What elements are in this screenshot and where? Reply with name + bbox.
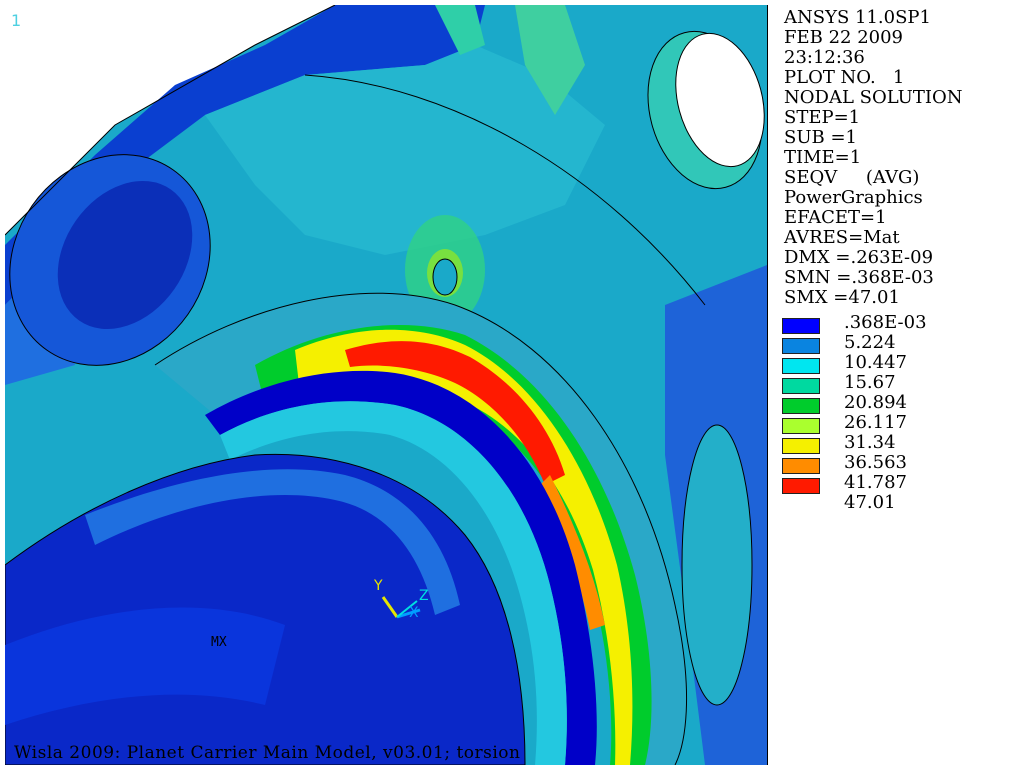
model-title: Wisla 2009: Planet Carrier Main Model, v… xyxy=(14,743,521,763)
info-line: EFACET=1 xyxy=(784,207,887,228)
legend-label: 20.894 xyxy=(844,392,907,413)
right-slot xyxy=(681,424,753,706)
info-line: 23:12:36 xyxy=(784,47,865,68)
window-number: 1 xyxy=(11,11,22,30)
contour-plot xyxy=(5,5,767,765)
info-line: SMX =47.01 xyxy=(784,287,900,308)
info-line: PowerGraphics xyxy=(784,187,923,208)
info-line: ANSYS 11.0SP1 xyxy=(784,7,931,28)
legend-swatch xyxy=(782,398,820,414)
plot-info-panel: ANSYS 11.0SP1 FEB 22 2009 23:12:36 PLOT … xyxy=(784,8,1020,308)
triad-z-label: Z xyxy=(419,588,429,604)
legend-label: 36.563 xyxy=(844,452,907,473)
legend-swatch xyxy=(782,458,820,474)
info-line: NODAL SOLUTION xyxy=(784,87,963,108)
info-line: SUB =1 xyxy=(784,127,857,148)
max-marker: MX xyxy=(211,635,227,650)
legend-label: 47.01 xyxy=(844,492,896,513)
legend-label: 41.787 xyxy=(844,472,907,493)
legend-swatch xyxy=(782,438,820,454)
legend-label: 5.224 xyxy=(844,332,896,353)
legend-label: 15.67 xyxy=(844,372,896,393)
triad-y-label: Y xyxy=(374,578,383,594)
info-line: PLOT NO. 1 xyxy=(784,67,905,88)
triad-x-label: X xyxy=(409,605,419,621)
legend-swatch xyxy=(782,318,820,334)
info-line: TIME=1 xyxy=(784,147,862,168)
legend-label: .368E-03 xyxy=(844,312,927,333)
legend-swatch xyxy=(782,358,820,374)
legend-label: 26.117 xyxy=(844,412,907,433)
info-line: FEB 22 2009 xyxy=(784,27,904,48)
legend-label: 31.34 xyxy=(844,432,896,453)
small-hole xyxy=(432,258,458,296)
legend-swatch xyxy=(782,378,820,394)
legend-swatch xyxy=(782,418,820,434)
legend-swatch xyxy=(782,478,820,494)
info-line: STEP=1 xyxy=(784,107,861,128)
info-line: AVRES=Mat xyxy=(784,227,900,248)
info-line: DMX =.263E-09 xyxy=(784,247,934,268)
legend-label: 10.447 xyxy=(844,352,907,373)
info-line: SEQV (AVG) xyxy=(784,167,920,188)
plot-viewport: 1 Y Z X MX Wisla 2009: Planet Carrier Ma… xyxy=(5,5,768,765)
legend-swatch xyxy=(782,338,820,354)
info-line: SMN =.368E-03 xyxy=(784,267,934,288)
